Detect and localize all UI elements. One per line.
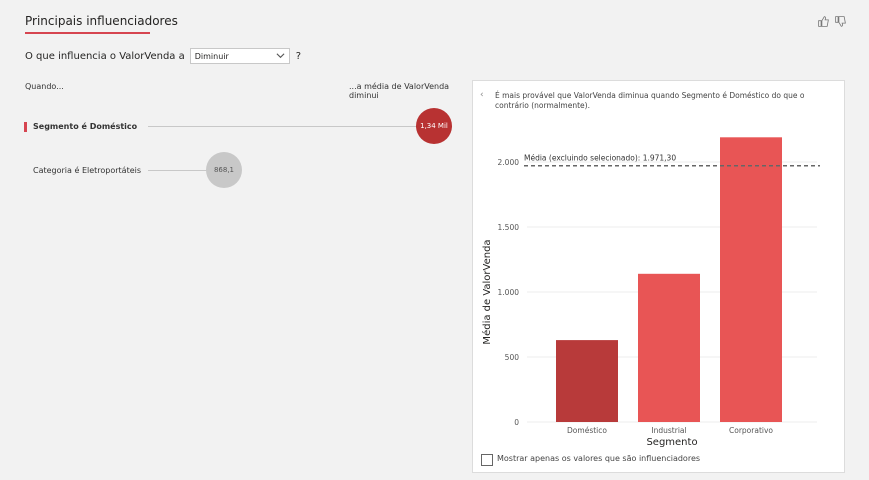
question-prefix: O que influencia o ValorVenda a [25, 50, 185, 62]
direction-select-value: Diminuir [194, 51, 229, 61]
checkbox-label: Mostrar apenas os valores que são influe… [497, 454, 701, 463]
bar-corporativo [720, 137, 782, 423]
bar-doméstico [556, 340, 618, 422]
y-tick-label: 1.500 [498, 223, 520, 232]
direction-select[interactable]: Diminuir [189, 48, 290, 64]
y-tick-label: 1.000 [498, 288, 520, 297]
y-tick-label: 500 [505, 353, 520, 362]
x-axis-label: Segmento [646, 437, 697, 448]
x-tick-label: Corporativo [729, 426, 773, 435]
influencers-only-checkbox[interactable] [481, 454, 493, 466]
x-tick-label: Industrial [651, 426, 686, 435]
selected-indicator [24, 122, 27, 132]
chevron-down-icon [276, 53, 285, 59]
column-header-when: Quando... [25, 82, 64, 91]
influencer-item-category[interactable]: Categoria é Eletroportáteis [33, 166, 141, 175]
y-axis-label: Média de ValorVenda [481, 239, 493, 344]
tab-top-influencers[interactable]: Principais influenciadores [25, 14, 178, 28]
question-row: O que influencia o ValorVenda a Diminuir… [25, 48, 301, 64]
bar-industrial [638, 273, 700, 422]
influencer-item-segment[interactable]: Segmento é Doméstico [33, 122, 137, 131]
influencer-bubble-category[interactable]: 868,1 [206, 152, 242, 188]
thumbs-down-icon[interactable] [834, 15, 847, 28]
y-tick-label: 2.000 [498, 158, 520, 167]
influencer-bubble-segment[interactable]: 1,34 Mil [416, 108, 452, 144]
connector-line [148, 126, 418, 127]
reference-line-label: Média (excluindo selecionado): 1.971,30 [524, 154, 676, 163]
help-icon[interactable]: ? [296, 51, 301, 62]
x-tick-label: Doméstico [567, 426, 607, 435]
y-tick-label: 0 [514, 418, 519, 427]
connector-line [148, 170, 208, 171]
tab-underline [25, 32, 150, 34]
feedback-icons [817, 15, 847, 28]
thumbs-up-icon[interactable] [817, 15, 830, 28]
column-header-average: ...a média de ValorVenda diminui [349, 82, 450, 100]
bar-chart: 0 500 1.000 1.500 2.000 Doméstico Industrial Co… [481, 137, 820, 448]
